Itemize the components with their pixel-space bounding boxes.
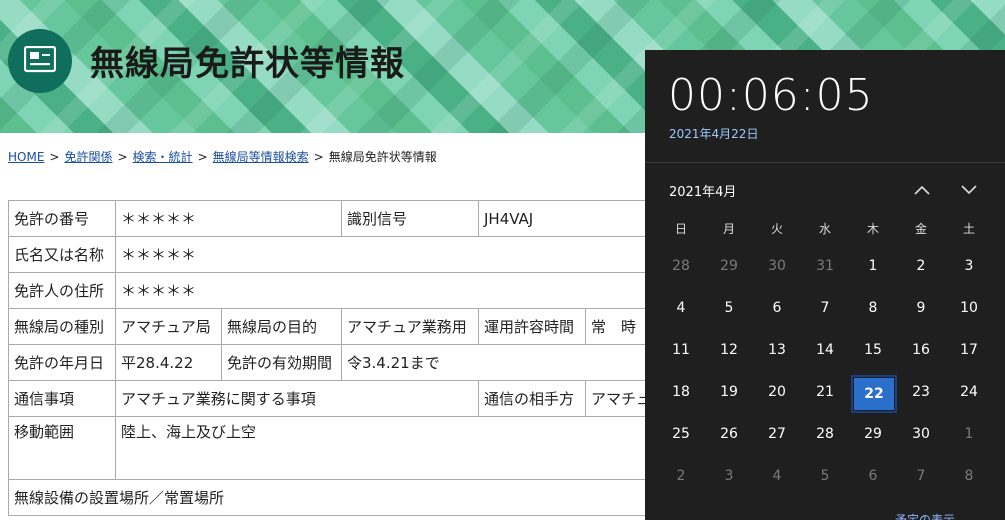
value-license-number: ＊＊＊＊＊ xyxy=(115,200,342,237)
breadcrumb-separator: > xyxy=(117,150,128,164)
weekday-label: 日 xyxy=(674,222,687,236)
label-station-type: 無線局の種別 xyxy=(8,308,116,345)
breadcrumb-separator: > xyxy=(49,150,60,164)
calendar-day[interactable]: 6 xyxy=(850,457,896,495)
show-agenda-link[interactable]: 予定の表示 xyxy=(895,511,955,520)
site-logo xyxy=(8,29,72,93)
table-row: 氏名又は名称 ＊＊＊＊＊ xyxy=(8,236,740,273)
table-row: 免許の番号 ＊＊＊＊＊ 識別信号 JH4VAJ xyxy=(8,200,740,237)
breadcrumb-license[interactable]: 免許関係 xyxy=(64,150,112,164)
clock-time: 00:06:05 xyxy=(668,70,874,121)
label-movement-range: 移動範囲 xyxy=(8,416,116,480)
value-license-date: 平28.4.22 xyxy=(115,344,222,381)
page-title: 無線局免許状等情報 xyxy=(90,44,405,84)
label-communication-partner: 通信の相手方 xyxy=(478,380,586,417)
breadcrumb-home[interactable]: HOME xyxy=(8,150,44,164)
label-validity-period: 免許の有効期間 xyxy=(221,344,342,381)
label-station-purpose: 無線局の目的 xyxy=(221,308,342,345)
value-communication-matters: アマチュア業務に関する事項 xyxy=(115,380,479,417)
label-communication-matters: 通信事項 xyxy=(8,380,116,417)
calendar-flyout: 00:06:05 2021年4月22日 2021年4月 日月火水木金土 28 29… xyxy=(645,50,1005,520)
license-card-icon xyxy=(24,46,56,73)
calendar-day[interactable]: 5 xyxy=(706,289,752,327)
breadcrumb-separator: > xyxy=(197,150,208,164)
table-row: 移動範囲 陸上、海上及び上空 xyxy=(8,416,740,480)
calendar-day[interactable]: 25 xyxy=(658,415,704,453)
calendar-day[interactable]: 4 xyxy=(658,289,704,327)
weekday-label: 土 xyxy=(962,222,975,236)
weekday-label: 金 xyxy=(914,222,927,236)
calendar-day[interactable]: 3 xyxy=(946,247,992,285)
chevron-down-icon[interactable] xyxy=(957,178,981,202)
breadcrumb-station-search[interactable]: 無線局等情報検索 xyxy=(213,150,309,164)
calendar-day[interactable]: 1 xyxy=(946,415,992,453)
table-row: 免許の年月日 平28.4.22 免許の有効期間 令3.4.21まで xyxy=(8,344,740,381)
calendar-day-today[interactable]: 22 xyxy=(851,375,897,413)
calendar-day[interactable]: 2 xyxy=(658,457,704,495)
breadcrumb-separator: > xyxy=(313,150,324,164)
weekday-label: 月 xyxy=(722,222,735,236)
calendar-day[interactable]: 23 xyxy=(898,373,944,411)
calendar-day[interactable]: 29 xyxy=(850,415,896,453)
label-name: 氏名又は名称 xyxy=(8,236,116,273)
label-installation-location: 無線設備の設置場所／常置場所 xyxy=(8,479,740,516)
breadcrumb-current: 無線局免許状等情報 xyxy=(328,150,437,164)
table-row: 通信事項 アマチュア業務に関する事項 通信の相手方 アマチュ xyxy=(8,380,740,417)
calendar-day[interactable]: 5 xyxy=(802,457,848,495)
label-call-sign: 識別信号 xyxy=(341,200,479,237)
table-row: 無線設備の設置場所／常置場所 xyxy=(8,479,740,516)
calendar-day[interactable]: 19 xyxy=(706,373,752,411)
calendar-day[interactable]: 28 xyxy=(802,415,848,453)
calendar-day[interactable]: 16 xyxy=(898,331,944,369)
calendar-day[interactable]: 29 xyxy=(706,247,752,285)
calendar-day[interactable]: 17 xyxy=(946,331,992,369)
calendar-day[interactable]: 30 xyxy=(898,415,944,453)
calendar-day[interactable]: 11 xyxy=(658,331,704,369)
calendar-day[interactable]: 4 xyxy=(754,457,800,495)
label-license-date: 免許の年月日 xyxy=(8,344,116,381)
calendar-day[interactable]: 6 xyxy=(754,289,800,327)
calendar-day[interactable]: 8 xyxy=(850,289,896,327)
calendar-day[interactable]: 12 xyxy=(706,331,752,369)
calendar-day[interactable]: 14 xyxy=(802,331,848,369)
weekday-label: 火 xyxy=(770,222,783,236)
calendar-day[interactable]: 3 xyxy=(706,457,752,495)
breadcrumb-search-stats[interactable]: 検索・統計 xyxy=(133,150,193,164)
calendar-day[interactable]: 9 xyxy=(898,289,944,327)
calendar-month-label[interactable]: 2021年4月 xyxy=(669,181,736,200)
value-station-purpose: アマチュア業務用 xyxy=(341,308,479,345)
calendar-day[interactable]: 2 xyxy=(898,247,944,285)
table-row: 無線局の種別 アマチュア局 無線局の目的 アマチュア業務用 運用許容時間 常 時 xyxy=(8,308,740,345)
calendar-day[interactable]: 24 xyxy=(946,373,992,411)
table-row: 免許人の住所 ＊＊＊＊＊ xyxy=(8,272,740,309)
calendar-day[interactable]: 18 xyxy=(658,373,704,411)
label-operating-hours: 運用許容時間 xyxy=(478,308,586,345)
calendar-day[interactable]: 30 xyxy=(754,247,800,285)
breadcrumb: HOME > 免許関係 > 検索・統計 > 無線局等情報検索 > 無線局免許状等情報 xyxy=(8,148,437,165)
weekday-label: 木 xyxy=(866,222,879,236)
calendar-day[interactable]: 10 xyxy=(946,289,992,327)
calendar-day[interactable]: 7 xyxy=(898,457,944,495)
calendar-day[interactable]: 27 xyxy=(754,415,800,453)
value-station-type: アマチュア局 xyxy=(115,308,222,345)
chevron-up-icon[interactable] xyxy=(910,178,934,202)
calendar-day[interactable]: 8 xyxy=(946,457,992,495)
calendar-day[interactable]: 13 xyxy=(754,331,800,369)
calendar-day[interactable]: 31 xyxy=(802,247,848,285)
calendar-day[interactable]: 1 xyxy=(850,247,896,285)
license-info-table: 免許の番号 ＊＊＊＊＊ 識別信号 JH4VAJ 氏名又は名称 ＊＊＊＊＊ 免許人… xyxy=(8,200,740,516)
weekday-label: 水 xyxy=(818,222,831,236)
calendar-day[interactable]: 26 xyxy=(706,415,752,453)
calendar-day[interactable]: 28 xyxy=(658,247,704,285)
calendar-day[interactable]: 21 xyxy=(802,373,848,411)
calendar-day[interactable]: 20 xyxy=(754,373,800,411)
label-license-number: 免許の番号 xyxy=(8,200,116,237)
calendar-day[interactable]: 15 xyxy=(850,331,896,369)
divider xyxy=(645,162,1005,163)
label-address: 免許人の住所 xyxy=(8,272,116,309)
clock-date[interactable]: 2021年4月22日 xyxy=(669,125,758,142)
calendar-day[interactable]: 7 xyxy=(802,289,848,327)
